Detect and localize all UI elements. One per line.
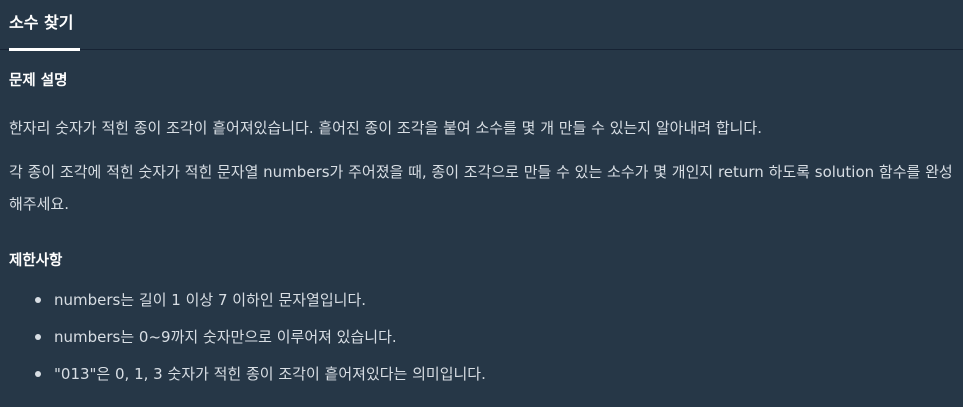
constraints-heading: 제한사항 [9, 253, 63, 269]
list-item: "013"은 0, 1, 3 숫자가 적힌 종이 조각이 흩어져있다는 의미입니… [9, 358, 949, 395]
description-heading: 문제 설명 [9, 73, 68, 89]
tab-bar: 소수 찾기 [0, 0, 963, 51]
bullet-icon [35, 371, 41, 377]
list-item: numbers는 0~9까지 숫자만으로 이루어져 있습니다. [9, 321, 949, 358]
constraint-text: numbers는 길이 1 이상 7 이하인 문자열입니다. [54, 291, 367, 309]
tab-problem[interactable]: 소수 찾기 [9, 0, 80, 51]
list-item: numbers는 길이 1 이상 7 이하인 문자열입니다. [9, 284, 949, 321]
constraint-text: "013"은 0, 1, 3 숫자가 적힌 종이 조각이 흩어져있다는 의미입니… [54, 365, 486, 383]
tab-label: 소수 찾기 [9, 13, 74, 32]
description-paragraph: 각 종이 조각에 적힌 숫자가 적힌 문자열 numbers가 주어졌을 때, … [9, 163, 953, 213]
constraint-text: numbers는 0~9까지 숫자만으로 이루어져 있습니다. [54, 328, 397, 346]
description-paragraph: 한자리 숫자가 적힌 종이 조각이 흩어져있습니다. 흩어진 종이 조각을 붙여… [9, 119, 762, 137]
bullet-icon [35, 297, 41, 303]
tab-active-indicator [9, 48, 80, 51]
bullet-icon [35, 334, 41, 340]
constraints-list: numbers는 길이 1 이상 7 이하인 문자열입니다. numbers는 … [9, 284, 949, 395]
